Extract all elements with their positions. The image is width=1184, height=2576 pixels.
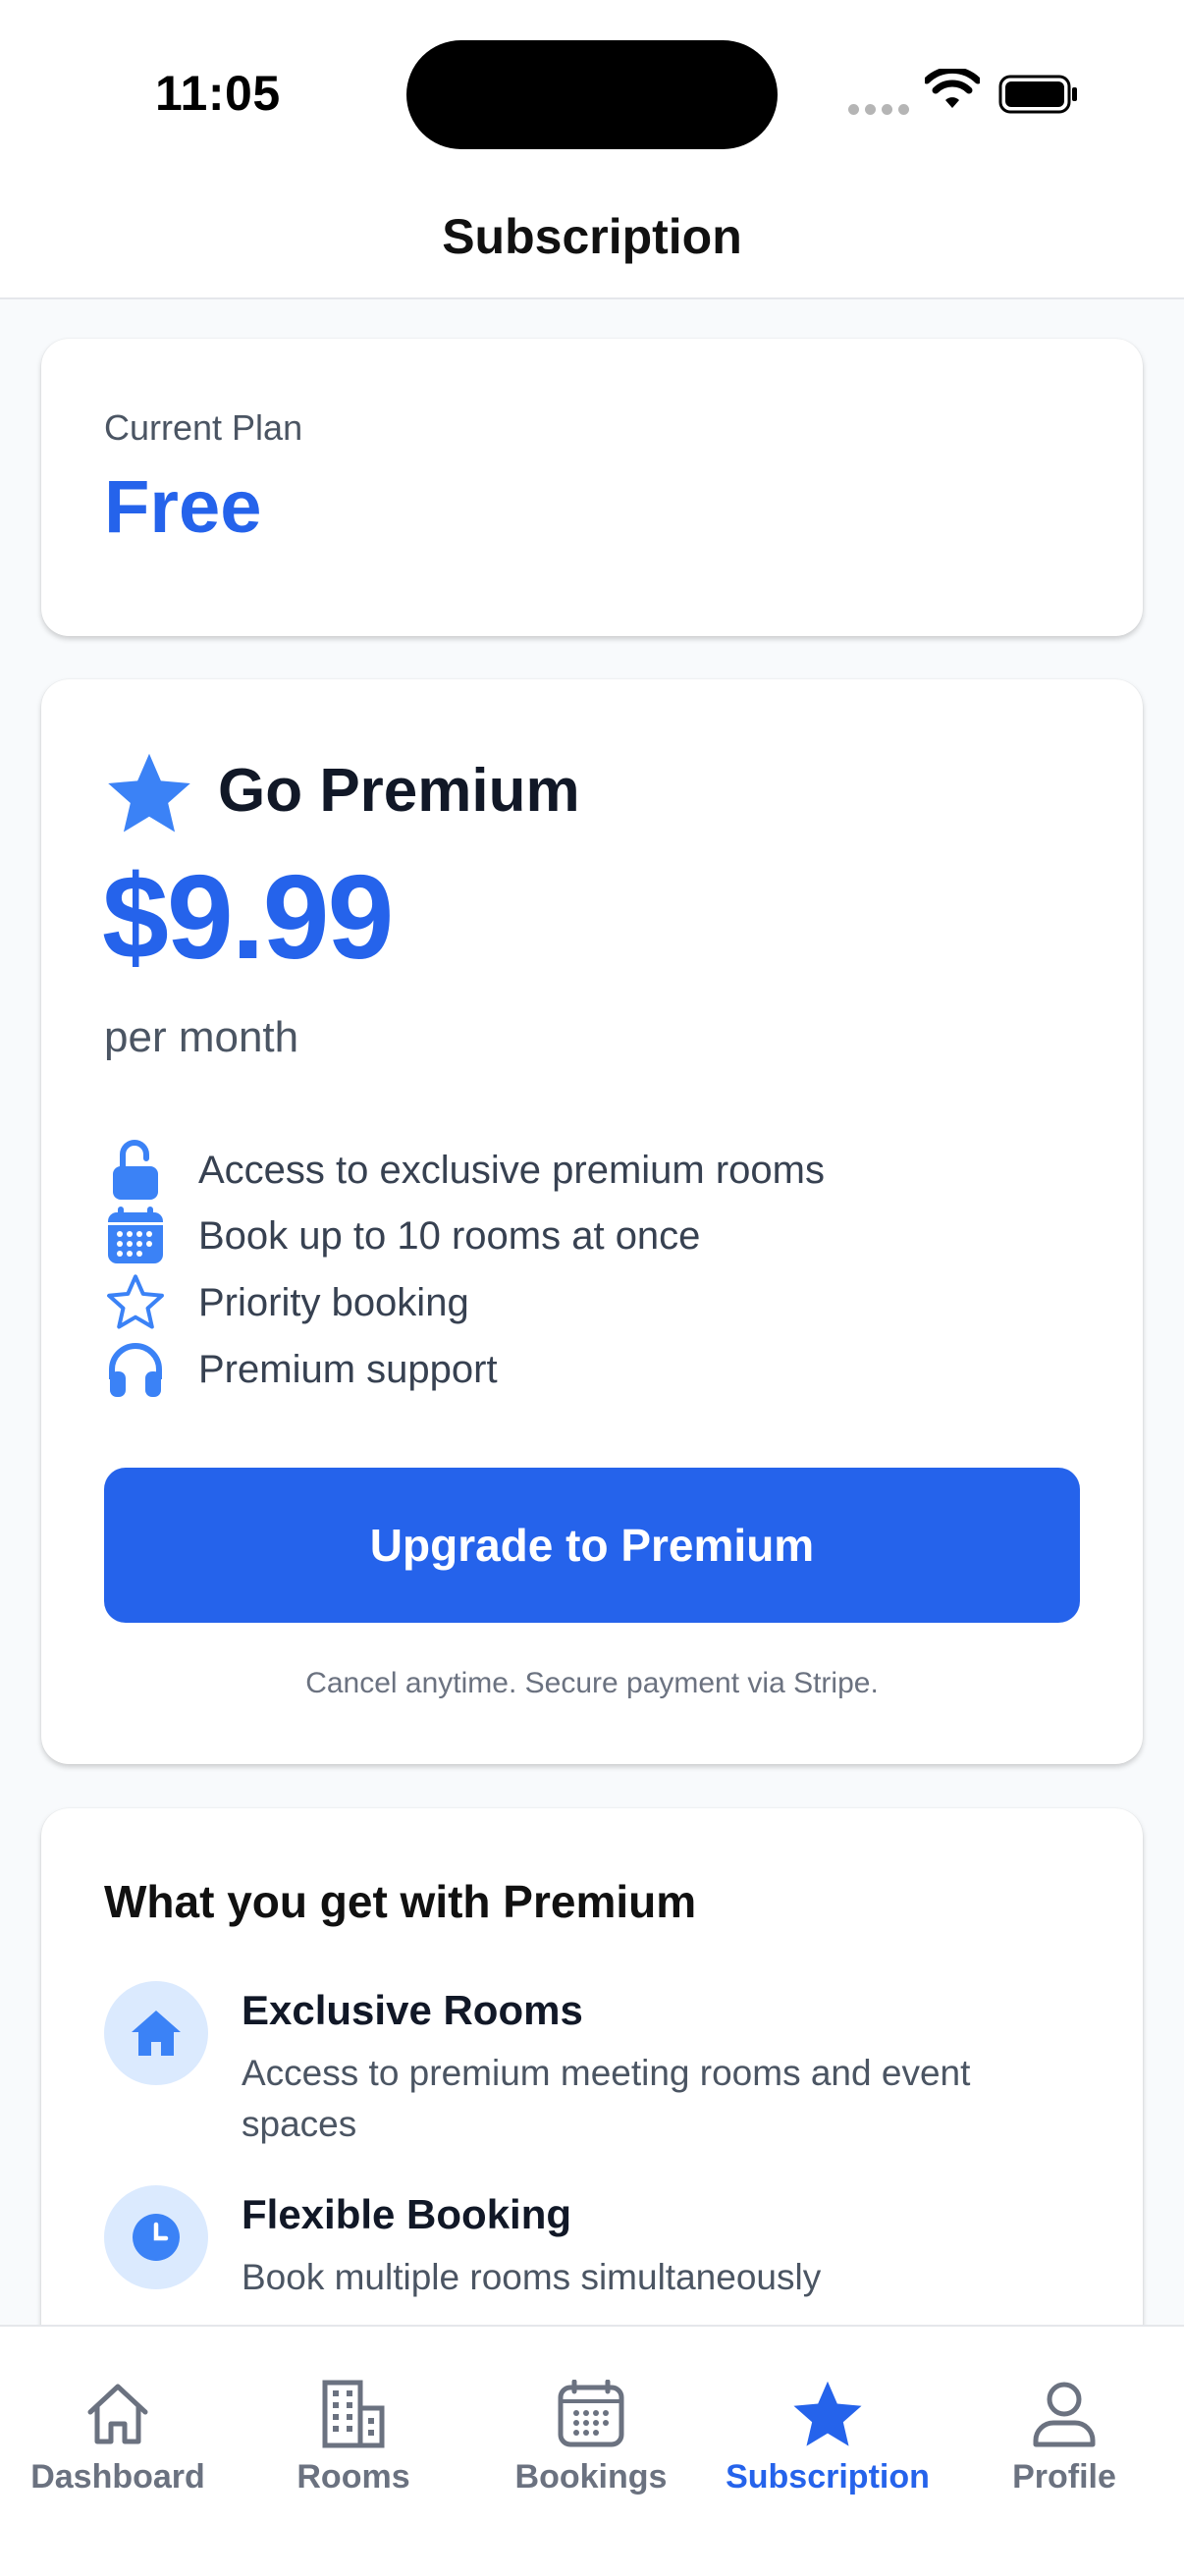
premium-period: per month <box>104 1013 299 1061</box>
premium-title: Go Premium <box>218 757 580 825</box>
tab-label: Profile <box>1012 2458 1116 2496</box>
tab-label: Subscription <box>726 2458 930 2496</box>
tab-bookings[interactable]: Bookings <box>473 2374 709 2496</box>
benefit-description: Book multiple rooms simultaneously <box>242 2257 822 2297</box>
feature-text: Premium support <box>198 1347 498 1391</box>
feature-item: Access to exclusive premium rooms <box>104 1139 825 1202</box>
tab-bar: Dashboard Rooms Bookings Subscription Pr… <box>0 2325 1184 2576</box>
feature-item: Premium support <box>104 1338 498 1401</box>
tab-label: Dashboard <box>30 2458 205 2496</box>
current-plan-value: Free <box>104 465 262 549</box>
page-title: Subscription <box>442 209 742 264</box>
tab-profile[interactable]: Profile <box>946 2374 1182 2496</box>
tab-rooms[interactable]: Rooms <box>236 2374 471 2496</box>
battery-icon <box>998 75 1077 114</box>
current-plan-card: Current Plan Free <box>41 339 1143 636</box>
home-icon <box>104 1981 208 2085</box>
tab-label: Rooms <box>296 2458 410 2496</box>
feature-text: Priority booking <box>198 1280 469 1324</box>
calendar-icon <box>473 2374 709 2454</box>
wifi-icon <box>925 69 980 108</box>
star-icon <box>108 753 190 832</box>
clock-icon <box>104 2185 208 2289</box>
person-icon <box>946 2374 1182 2454</box>
benefit-title: Flexible Booking <box>242 2191 572 2237</box>
tab-label: Bookings <box>514 2458 668 2496</box>
lock-open-icon <box>104 1139 167 1202</box>
top-bar: 11:05 Subscription <box>0 0 1184 299</box>
feature-item: Priority booking <box>104 1271 469 1334</box>
calendar-icon <box>104 1205 167 1267</box>
upgrade-button[interactable]: Upgrade to Premium <box>104 1468 1080 1623</box>
signal-icon <box>848 104 909 115</box>
building-icon <box>236 2374 471 2454</box>
benefit-title: Exclusive Rooms <box>242 1987 583 2033</box>
premium-card: Go Premium $9.99 per month Access to exc… <box>41 679 1143 1764</box>
tab-subscription[interactable]: Subscription <box>710 2374 945 2496</box>
feature-text: Book up to 10 rooms at once <box>198 1213 701 1258</box>
headphones-icon <box>104 1338 167 1401</box>
feature-text: Access to exclusive premium rooms <box>198 1148 825 1192</box>
benefits-title: What you get with Premium <box>104 1876 697 1927</box>
fine-print: Cancel anytime. Secure payment via Strip… <box>305 1667 879 1699</box>
tab-dashboard[interactable]: Dashboard <box>0 2374 236 2496</box>
benefit-description: Access to premium meeting rooms and even… <box>242 2053 971 2144</box>
star-icon <box>710 2374 945 2454</box>
status-time: 11:05 <box>155 66 281 121</box>
dynamic-island <box>406 40 778 149</box>
current-plan-label: Current Plan <box>104 407 303 448</box>
feature-item: Book up to 10 rooms at once <box>104 1205 700 1267</box>
home-icon <box>0 2374 236 2454</box>
star-outline-icon <box>104 1271 167 1334</box>
premium-price: $9.99 <box>102 850 394 984</box>
